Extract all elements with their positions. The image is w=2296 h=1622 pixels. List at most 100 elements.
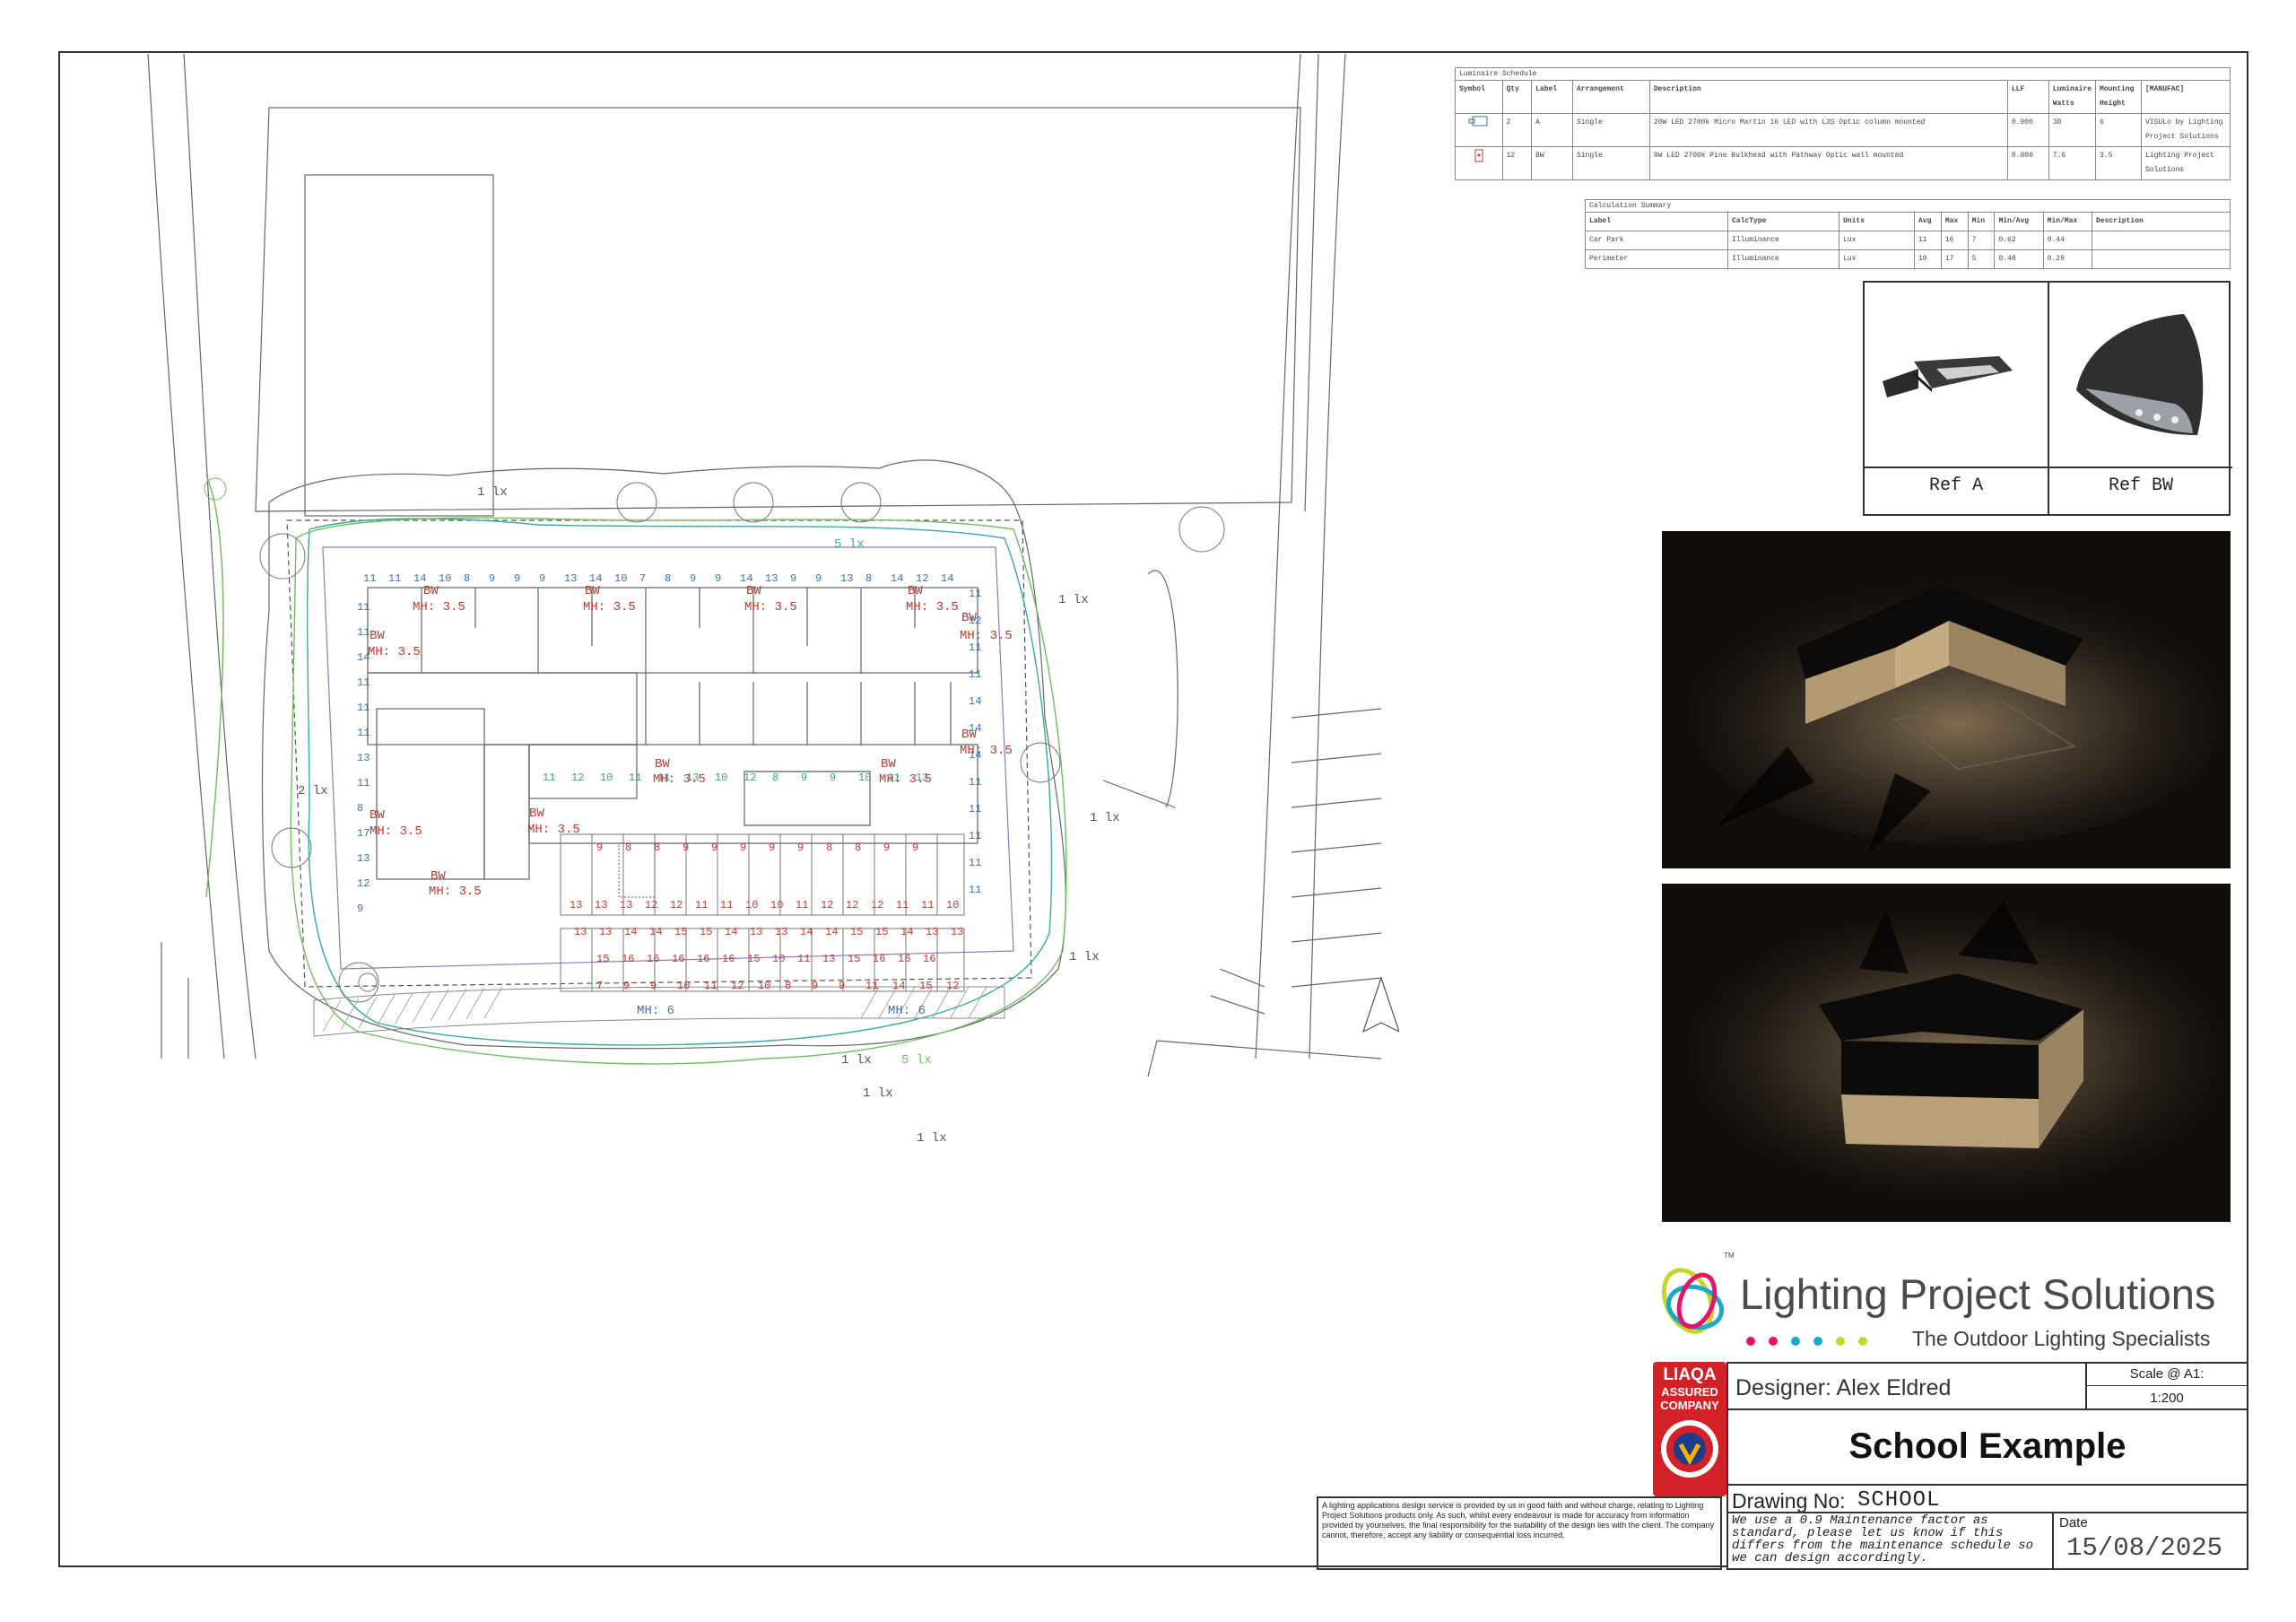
symbol-a-icon	[1455, 113, 1503, 147]
lux-value: 9	[769, 842, 775, 854]
lux-value: 9	[514, 572, 520, 585]
fixture-tag: BW	[746, 584, 761, 598]
reference-panel: Ref A Ref BW	[1863, 281, 2232, 516]
disclaimer: A lighting applications design service i…	[1317, 1496, 1722, 1570]
mount-height: MH: 3.5	[960, 744, 1013, 758]
fixture-tag: BW	[908, 584, 923, 598]
lux-value: 16	[722, 953, 735, 965]
lux-value: 13	[765, 572, 778, 585]
col-header: LLF	[2006, 80, 2049, 114]
badge-line: COMPANY	[1660, 1399, 1719, 1412]
logo-company-name: Lighting Project Solutions	[1740, 1270, 2216, 1318]
liaqa-badge: LIAQA ASSURED COMPANY	[1653, 1362, 1726, 1496]
lux-value: 10	[439, 572, 451, 585]
lux-value: 11	[969, 803, 981, 815]
lux-value: 12	[969, 615, 981, 627]
lux-value: 14	[413, 572, 426, 585]
note-cell: We use a 0.9 Maintenance factor as stand…	[1726, 1512, 2054, 1570]
mount-height-a: MH: 6	[637, 1004, 674, 1018]
lux-value: 11	[388, 572, 401, 585]
lux-value: 12	[744, 772, 756, 784]
lux-value: 11	[969, 776, 981, 789]
company-logo: TM Lighting Project Solutions The Outdoo…	[1650, 1251, 2242, 1355]
lux-value: 11	[896, 899, 909, 911]
col-header: Mounting Height	[2095, 80, 2142, 114]
mount-height: MH: 3.5	[413, 600, 465, 615]
fixture-tag: BW	[655, 757, 670, 772]
lux-value: 14	[892, 980, 905, 992]
drawing-no-cell: Drawing No: SCHOOL	[1726, 1484, 2248, 1513]
iso-label: 2 lx	[298, 784, 328, 798]
lux-value: 8	[855, 842, 861, 854]
lux-value: 13	[357, 752, 370, 764]
col-header: Min/Max	[2042, 212, 2093, 231]
lux-value: 12	[571, 772, 584, 784]
col-header: Symbol	[1455, 80, 1503, 114]
lux-value: 11	[969, 830, 981, 842]
mount-height: MH: 3.5	[583, 600, 636, 615]
scale-label: Scale @ A1:	[2129, 1366, 2205, 1382]
lux-value: 14	[800, 926, 813, 938]
lux-value: 11	[969, 884, 981, 896]
lux-value: 12	[916, 572, 928, 585]
lux-value: 13	[595, 899, 607, 911]
lux-value: 11	[357, 601, 370, 614]
lux-value: 9	[790, 572, 796, 585]
lux-value: 13	[822, 953, 835, 965]
fixture-tag: BW	[585, 584, 600, 598]
badge-seal-icon	[1661, 1420, 1718, 1478]
lux-value: 11	[865, 980, 878, 992]
lux-value: 11	[704, 980, 717, 992]
logo-dot	[1836, 1337, 1845, 1346]
iso-label: 1 lx	[841, 1053, 872, 1068]
lux-value: 16	[647, 953, 659, 965]
col-header: Min	[1967, 212, 1996, 231]
lux-value: 14	[969, 749, 981, 762]
luminaire-schedule-caption: Luminaire Schedule	[1455, 67, 2231, 80]
lux-value: 9	[815, 572, 822, 585]
lux-value: 14	[589, 572, 602, 585]
logo-dot	[1746, 1337, 1755, 1346]
badge-line: LIAQA	[1663, 1365, 1717, 1384]
col-header: Qty	[1501, 80, 1533, 114]
lux-value: 14	[900, 926, 913, 938]
lux-value: 9	[812, 980, 818, 992]
ref-bw-cell: Ref BW	[2049, 283, 2232, 514]
drawing-no-label: Drawing No:	[1732, 1489, 1846, 1513]
lux-value: 11	[720, 899, 733, 911]
lux-value: 13	[775, 926, 787, 938]
night-render-2	[1662, 884, 2231, 1222]
fixture-tag: BW	[370, 629, 385, 643]
lux-value: 8	[772, 772, 778, 784]
lux-value: 7	[639, 572, 646, 585]
iso-label: 1 lx	[917, 1131, 947, 1146]
scale-divider	[2087, 1385, 2247, 1386]
lux-value: 9	[623, 980, 630, 992]
lux-value: 10	[772, 953, 785, 965]
lux-value: 9	[883, 842, 890, 854]
lux-value: 14	[624, 926, 637, 938]
mount-height: MH: 3.5	[527, 823, 580, 837]
lux-value: 16	[622, 953, 634, 965]
table-row: 2 A Single 20W LED 2700k Micro Martin 16…	[1455, 113, 2231, 147]
lux-value: 14	[357, 651, 370, 664]
lux-value: 12	[645, 899, 657, 911]
fixture-tag: BW	[529, 807, 544, 821]
lux-value: 12	[821, 899, 833, 911]
lux-value: 12	[946, 980, 959, 992]
lux-value: 13	[574, 926, 587, 938]
lux-value: 10	[758, 980, 770, 992]
night-render-1	[1662, 531, 2231, 868]
ref-a-cell: Ref A	[1865, 283, 2049, 514]
iso-label: 1 lx	[477, 485, 508, 500]
col-header: CalcType	[1727, 212, 1839, 231]
lux-value: 9	[357, 903, 363, 915]
lux-value: 8	[826, 842, 832, 854]
lux-value: 11	[887, 772, 900, 784]
lux-value: 8	[464, 572, 470, 585]
col-header: Description	[1648, 80, 2008, 114]
lux-value: 15	[848, 953, 860, 965]
lux-value: 14	[969, 695, 981, 708]
luminaire-schedule: Luminaire Schedule Symbol Qty Label Arra…	[1455, 67, 2231, 180]
table-row: Car Park Illuminance Lux 11 16 7 0.62 0.…	[1585, 231, 2231, 250]
